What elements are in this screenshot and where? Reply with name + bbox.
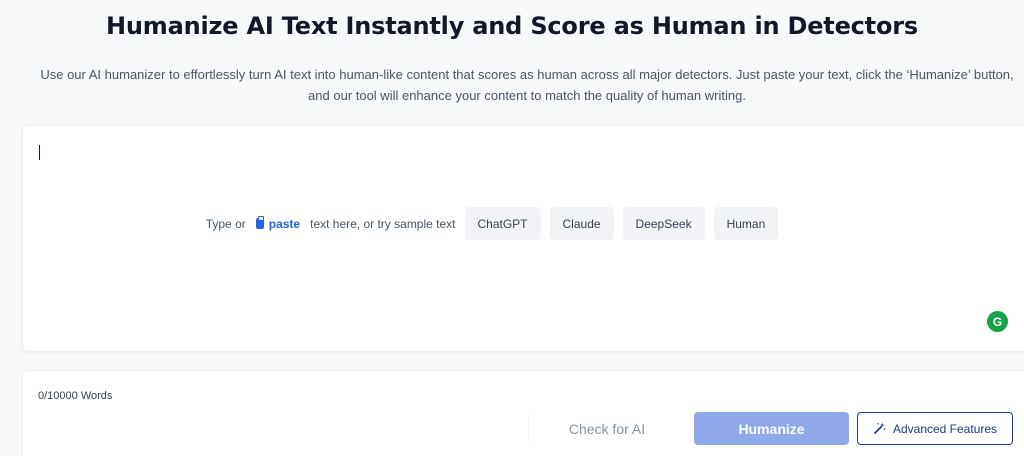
humanizer-page: Humanize AI Text Instantly and Score as … xyxy=(0,0,1024,456)
page-subtitle: Use our AI humanizer to effortlessly tur… xyxy=(40,67,1014,103)
grammarly-icon[interactable]: G xyxy=(987,311,1008,332)
sample-claude-button[interactable]: Claude xyxy=(549,207,614,240)
advanced-features-button[interactable]: Advanced Features xyxy=(857,412,1013,445)
paste-button[interactable]: paste xyxy=(252,214,304,234)
prompt-suffix: text here, or try sample text xyxy=(310,216,456,231)
divider xyxy=(528,415,529,441)
check-for-ai-button[interactable]: Check for AI xyxy=(551,413,663,445)
text-input-area[interactable]: Type or paste text here, or try sample t… xyxy=(22,125,1024,352)
magic-wand-icon xyxy=(873,422,886,434)
sample-chatgpt-button[interactable]: ChatGPT xyxy=(464,207,541,240)
page-title: Humanize AI Text Instantly and Score as … xyxy=(106,12,918,40)
sample-deepseek-button[interactable]: DeepSeek xyxy=(622,207,705,240)
sample-human-button[interactable]: Human xyxy=(713,207,779,240)
paste-label: paste xyxy=(268,216,301,231)
empty-state-prompt: Type or paste text here, or try sample t… xyxy=(23,207,1024,240)
word-counter: 0/10000 Words xyxy=(38,390,113,402)
advanced-features-label: Advanced Features xyxy=(892,421,998,436)
clipboard-icon xyxy=(255,216,264,229)
text-caret xyxy=(39,145,40,160)
humanize-button[interactable]: Humanize xyxy=(694,412,849,445)
prompt-prefix: Type or xyxy=(205,216,246,231)
action-bar: 0/10000 Words Check for AI Humanize Adva… xyxy=(22,370,1024,456)
